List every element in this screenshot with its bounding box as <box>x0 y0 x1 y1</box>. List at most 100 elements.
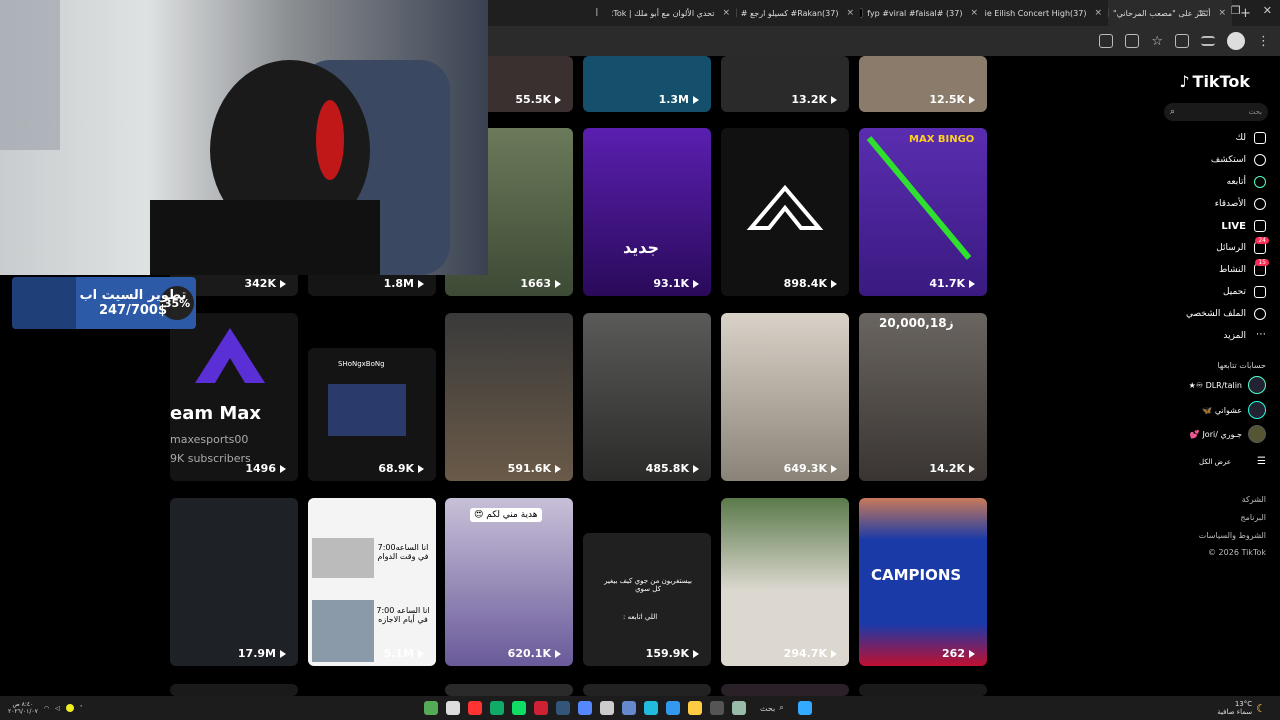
view-count: 41.7K <box>929 277 975 290</box>
video-card[interactable]: 13.2K <box>721 56 849 112</box>
weather-widget[interactable]: 13°C سماء صافية ☾ <box>1217 700 1280 716</box>
view-count: 485.8K <box>646 462 699 475</box>
video-card[interactable]: MAX BINGO 41.7K <box>859 128 987 296</box>
profile-avatar[interactable] <box>1227 32 1245 50</box>
search-input[interactable]: بحث ⌕ <box>1164 103 1268 121</box>
nav-activity[interactable]: 15 النشاط <box>1219 259 1269 276</box>
video-card[interactable] <box>445 684 573 696</box>
view-count: 17.9M <box>238 647 286 660</box>
video-card[interactable]: 591.6K <box>445 313 573 481</box>
app-icon[interactable] <box>512 701 526 715</box>
show-all-label: عرض الكل <box>1199 457 1232 466</box>
nav-live[interactable]: LIVE <box>1221 220 1266 232</box>
video-card[interactable] <box>170 684 298 696</box>
video-overlay-text: اللي اتابعه : <box>623 613 658 621</box>
nav-profile[interactable]: الملف الشخصي <box>1186 308 1266 320</box>
footer-copyright: © 2026 TikTok <box>1208 548 1266 557</box>
video-card[interactable]: 294.7K <box>721 498 849 666</box>
minimize-icon[interactable]: — <box>1198 4 1209 17</box>
show-all-button[interactable]: ☰ عرض الكل <box>1199 456 1266 467</box>
bookmark-star-icon[interactable]: ☆ <box>1151 34 1163 49</box>
tab-title: (37) #fyp #viral #faisal <box>867 8 963 18</box>
taskbar-search[interactable]: بحث ⌕ <box>760 703 784 713</box>
nav-more[interactable]: ⋯ المزيد <box>1223 330 1266 342</box>
date: ٢٠٢٦/٠١/٠٧ <box>8 708 38 715</box>
app-icon[interactable] <box>490 701 504 715</box>
close-window-icon[interactable]: ✕ <box>1263 4 1272 17</box>
nav-for-you[interactable]: لك <box>1236 132 1266 144</box>
view-count: 1496 <box>245 462 286 475</box>
app-icon[interactable] <box>446 701 460 715</box>
chevron-up-icon[interactable]: ˄ <box>80 705 83 712</box>
video-card[interactable]: 12.5K <box>859 56 987 112</box>
windows-start-icon[interactable] <box>797 701 812 715</box>
browser-tab[interactable]: × (37) #fyp #viral #faisal♪ <box>860 0 984 26</box>
browser-tab[interactable]: × (37)Billie Eilish Concert High ♪ <box>984 0 1108 26</box>
video-card[interactable]: 898.4K <box>721 128 849 296</box>
goal-progress-bar <box>12 277 77 329</box>
video-card[interactable]: هدية مني لكم 😍 620.1K <box>445 498 573 666</box>
browser-tab[interactable]: × (37)Rakan# كسيلو ارجع #♪ <box>736 0 860 26</box>
close-icon[interactable]: × <box>1094 8 1102 18</box>
footer-link-program[interactable]: البرنامج <box>1240 513 1266 522</box>
restore-icon[interactable]: ❐ <box>1231 4 1241 17</box>
cast-icon[interactable] <box>1125 34 1140 48</box>
reading-list-icon[interactable] <box>1201 36 1215 46</box>
app-icon[interactable] <box>468 701 482 715</box>
nav-upload[interactable]: تحميل <box>1223 286 1266 298</box>
video-card[interactable]: 1.3M <box>583 56 711 112</box>
nav-explore[interactable]: استكشف <box>1211 154 1266 166</box>
clock: ٨:٤٠ ص <box>12 701 34 708</box>
video-card[interactable] <box>859 684 987 696</box>
translate-icon[interactable] <box>1099 34 1114 48</box>
app-icon[interactable] <box>534 701 548 715</box>
tiktok-favicon: ♪ <box>1108 8 1110 18</box>
menu-icon[interactable]: ⋮ <box>1257 34 1270 49</box>
app-icon[interactable] <box>556 701 570 715</box>
video-card[interactable]: SHoNgxBoNg 68.9K <box>308 348 436 481</box>
tiktok-logo[interactable]: ♪ TikTok <box>1179 72 1250 91</box>
extensions-icon[interactable] <box>1175 34 1189 48</box>
video-card[interactable]: 17.9M <box>170 498 298 666</box>
app-icon[interactable] <box>710 701 724 715</box>
close-icon[interactable]: × <box>722 8 730 18</box>
video-overlay-text: هدية مني لكم 😍 <box>470 508 542 522</box>
video-card[interactable]: 20,000,18ز 14.2K <box>859 313 987 481</box>
avatar-icon <box>1254 176 1266 188</box>
app-icon[interactable] <box>578 701 592 715</box>
app-icon[interactable] <box>732 701 746 715</box>
view-count: 13.2K <box>791 93 837 106</box>
app-icon[interactable] <box>688 701 702 715</box>
nav-following[interactable]: أتابعه <box>1227 176 1266 188</box>
account-item[interactable]: عشواني 🦋 <box>1202 401 1266 419</box>
video-card[interactable] <box>721 684 849 696</box>
view-count: 262 <box>942 647 975 660</box>
app-icon[interactable] <box>424 701 438 715</box>
video-card[interactable]: CAMPIONS 262 <box>859 498 987 666</box>
taskbar-apps: بحث ⌕ <box>420 701 816 715</box>
video-card[interactable]: انا الساعه7:00 في وقت الدوام انا الساعه … <box>308 498 436 666</box>
app-icon[interactable] <box>600 701 614 715</box>
video-card[interactable] <box>583 684 711 696</box>
video-card[interactable]: 649.3K <box>721 313 849 481</box>
close-icon[interactable]: × <box>970 8 978 18</box>
video-card[interactable]: جديد 93.1K <box>583 128 711 296</box>
video-card[interactable]: 485.8K <box>583 313 711 481</box>
nav-messages[interactable]: 24 الرسائل <box>1216 237 1269 254</box>
footer-link-terms[interactable]: الشروط والسياسات <box>1199 531 1266 540</box>
app-icon[interactable] <box>622 701 636 715</box>
account-item[interactable]: جـوري /Jori 💕 <box>1190 425 1266 443</box>
account-item[interactable]: DLR/talin ♾★ <box>1189 376 1266 394</box>
footer-link-company[interactable]: الشركة <box>1242 495 1266 504</box>
video-card[interactable]: بيستغربون من جوي كيف بيغير كل سوي اللي ا… <box>583 533 711 666</box>
browser-tab[interactable]: × تحدي الألوان مع أبو ملك | TikTok ♪ <box>612 0 736 26</box>
nav-friends[interactable]: الأصدقاء <box>1215 198 1266 210</box>
close-icon[interactable]: × <box>846 8 854 18</box>
video-card[interactable]: eam Max maxesports00 9K subscribers 1496 <box>170 313 298 481</box>
browser-tab[interactable]: أ <box>488 0 612 26</box>
app-icon[interactable] <box>666 701 680 715</box>
nav-label: الأصدقاء <box>1214 199 1246 209</box>
app-icon[interactable] <box>644 701 658 715</box>
video-overlay-text: جديد <box>623 238 660 257</box>
subscriber-count: 9K subscribers <box>170 452 251 465</box>
